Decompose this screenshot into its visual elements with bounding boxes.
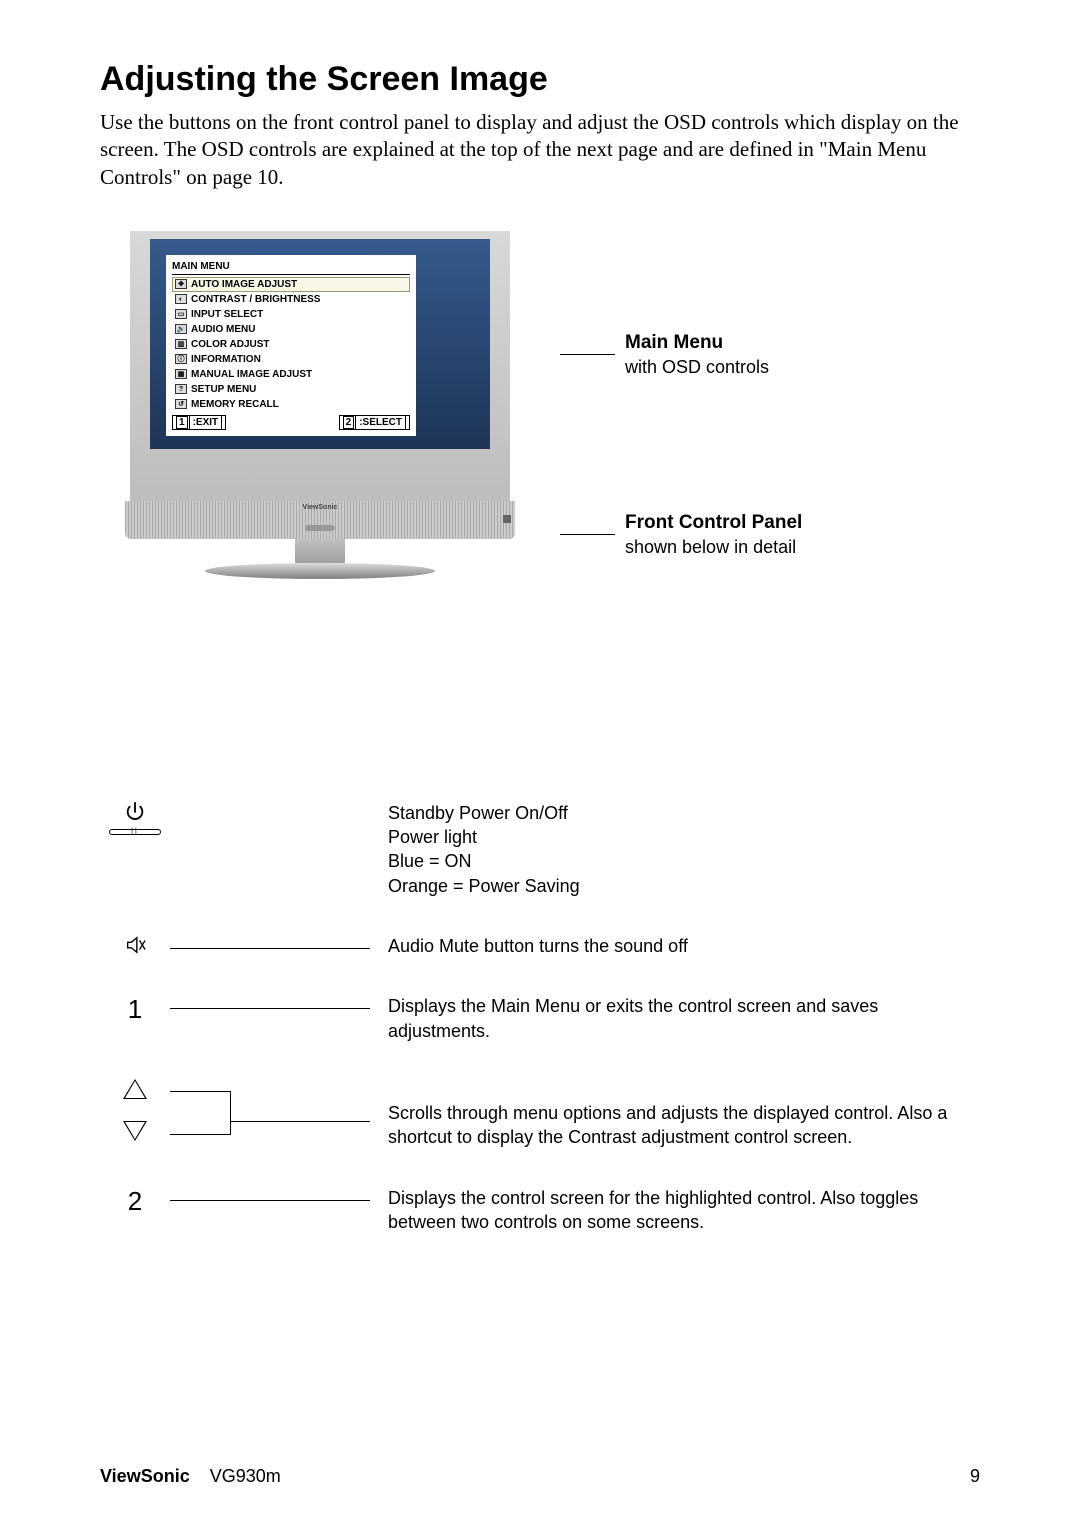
footer-model: VG930m — [210, 1466, 281, 1486]
button-2-description: Displays the control screen for the high… — [388, 1186, 980, 1235]
mute-description: Audio Mute button turns the sound off — [388, 934, 980, 958]
up-arrow-icon — [123, 1079, 147, 1099]
page-footer: ViewSonic VG930m 9 — [100, 1466, 980, 1487]
exit-label: :EXIT — [189, 415, 223, 430]
arrows-description: Scrolls through menu options and adjusts… — [388, 1101, 980, 1150]
speaker-icon: 🔊 — [175, 324, 187, 334]
osd-main-menu: MAIN MENU ✥ AUTO IMAGE ADJUST ◐ CONTRAST /… — [166, 255, 416, 436]
power-desc-line: Power light — [388, 825, 980, 849]
intro-paragraph: Use the buttons on the front control pan… — [100, 109, 980, 191]
monitor-brand-label: ViewSonic — [303, 504, 338, 511]
key-1: 1 — [176, 416, 188, 429]
osd-item-label: INPUT SELECT — [191, 309, 263, 320]
key-2: 2 — [343, 416, 355, 429]
leader-line — [170, 1134, 230, 1135]
osd-item: 🔊 AUDIO MENU — [172, 322, 410, 337]
recall-icon: ↺ — [175, 399, 187, 409]
osd-item-label: INFORMATION — [191, 354, 261, 365]
osd-item-label: SETUP MENU — [191, 384, 256, 395]
osd-item-label: MEMORY RECALL — [191, 399, 279, 410]
button-1-description: Displays the Main Menu or exits the cont… — [388, 994, 980, 1043]
leader-line — [230, 1121, 231, 1135]
osd-item-label: AUTO IMAGE ADJUST — [191, 279, 297, 290]
select-label: :SELECT — [355, 415, 406, 430]
osd-item: ▭ INPUT SELECT — [172, 307, 410, 322]
speaker-grille — [305, 525, 335, 531]
callout-main-menu-sub: with OSD controls — [625, 357, 769, 377]
callout-line — [560, 354, 615, 355]
power-desc-line: Blue = ON — [388, 849, 980, 873]
osd-item: ? SETUP MENU — [172, 382, 410, 397]
callout-fpc-sub: shown below in detail — [625, 537, 796, 557]
button-1-symbol: 1 — [100, 994, 170, 1025]
leader-line — [170, 948, 370, 949]
leader-line — [170, 1091, 230, 1092]
leader-line — [230, 1121, 370, 1122]
monitor-stand-base — [205, 563, 435, 579]
footer-brand: ViewSonic — [100, 1466, 190, 1486]
leader-line — [170, 1008, 370, 1009]
contrast-icon: ◐ — [175, 294, 187, 304]
power-desc-line: Orange = Power Saving — [388, 874, 980, 898]
osd-item: ▦ MANUAL IMAGE ADJUST — [172, 367, 410, 382]
question-icon: ? — [175, 384, 187, 394]
osd-item: ↺ MEMORY RECALL — [172, 397, 410, 412]
osd-item-label: MANUAL IMAGE ADJUST — [191, 369, 312, 380]
power-desc-line: Standby Power On/Off — [388, 801, 980, 825]
down-arrow-icon — [123, 1121, 147, 1141]
mute-icon — [124, 934, 146, 956]
info-icon: ⓘ — [175, 354, 187, 364]
monitor-chin: ViewSonic — [125, 501, 515, 539]
leader-line — [230, 1091, 231, 1121]
power-button-shape — [109, 829, 161, 835]
osd-item-label: CONTRAST / BRIGHTNESS — [191, 294, 320, 305]
osd-item: ◐ CONTRAST / BRIGHTNESS — [172, 292, 410, 307]
osd-item: ▥ COLOR ADJUST — [172, 337, 410, 352]
front-panel-control-location — [503, 515, 511, 523]
callout-line — [560, 534, 615, 535]
osd-item: ⓘ INFORMATION — [172, 352, 410, 367]
osd-item: ✥ AUTO IMAGE ADJUST — [172, 277, 410, 292]
power-icon — [124, 801, 146, 823]
osd-menu-title: MAIN MENU — [172, 261, 410, 275]
monitor-stand-neck — [295, 539, 345, 563]
callout-fpc-title: Front Control Panel — [625, 512, 802, 533]
move-icon: ✥ — [175, 279, 187, 289]
page-heading: Adjusting the Screen Image — [100, 60, 980, 99]
manual-icon: ▦ — [175, 369, 187, 379]
monitor-illustration: MAIN MENU ✥ AUTO IMAGE ADJUST ◐ CONTRAST /… — [130, 231, 980, 591]
color-icon: ▥ — [175, 339, 187, 349]
button-2-symbol: 2 — [100, 1186, 170, 1217]
osd-select-button: 2:SELECT — [339, 415, 410, 430]
osd-item-label: AUDIO MENU — [191, 324, 255, 335]
front-panel-controls-list: Standby Power On/Off Power light Blue = … — [100, 801, 980, 1234]
input-icon: ▭ — [175, 309, 187, 319]
page-number: 9 — [970, 1466, 980, 1487]
osd-exit-button: 1:EXIT — [172, 415, 226, 430]
osd-item-label: COLOR ADJUST — [191, 339, 270, 350]
leader-line — [170, 1200, 370, 1201]
callout-main-menu-title: Main Menu — [625, 332, 723, 353]
